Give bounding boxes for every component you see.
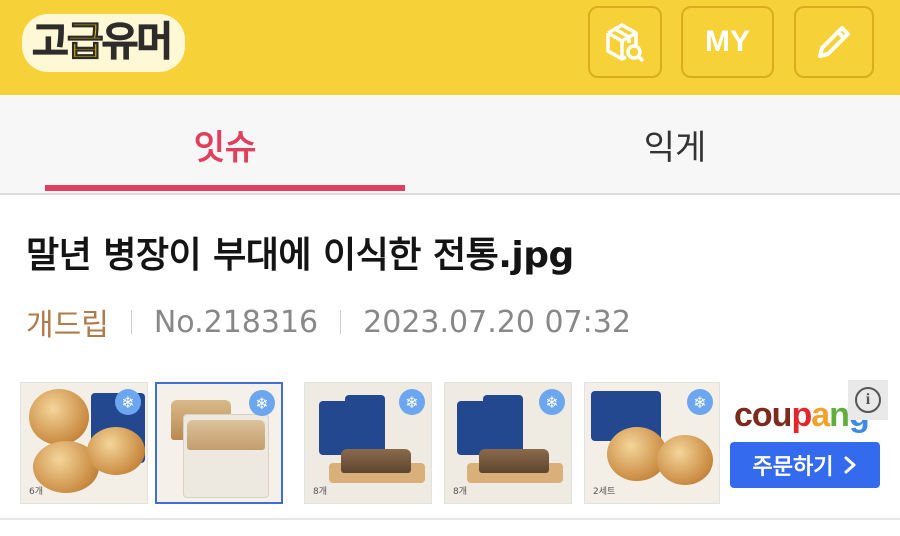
post-datetime: 2023.07.20 07:32: [363, 304, 631, 340]
tab-issue[interactable]: 잇슈: [45, 95, 405, 193]
tab-bar: 잇슈 익게: [0, 95, 900, 195]
frozen-icon: ❄: [115, 389, 141, 415]
logo-text: 고급유머: [22, 14, 186, 72]
divider: [0, 518, 900, 520]
product-count: 8개: [313, 487, 328, 497]
info-icon: i: [855, 387, 881, 413]
pencil-icon: [818, 26, 850, 58]
bagel-image: [657, 435, 713, 485]
post-meta: 개드립 No.218316 2023.07.20 07:32: [26, 300, 631, 344]
post-title: 말년 병장이 부대에 이식한 전통.jpg: [26, 235, 574, 276]
frozen-icon: ❄: [249, 390, 275, 416]
logo-part: n: [829, 396, 850, 434]
product-count: 6개: [29, 487, 44, 497]
package-search-icon: [606, 23, 645, 63]
logo-part: a: [811, 396, 830, 434]
logo-part: p: [791, 396, 812, 434]
bread-loaf-image: [479, 449, 549, 473]
my-label: MY: [705, 25, 750, 58]
product-pack: [345, 395, 385, 453]
meta-divider: [130, 310, 132, 334]
frozen-icon: ❄: [539, 389, 565, 415]
logo-accent: 급: [66, 19, 104, 65]
top-header: 고급유머 MY: [0, 0, 900, 95]
post-number: No.218316: [153, 304, 319, 340]
tab-anonymous-board[interactable]: 익게: [495, 95, 855, 193]
ad-product-thumb[interactable]: ❄ 2세트: [584, 382, 720, 504]
order-button[interactable]: 주문하기: [730, 442, 880, 488]
product-count: 2세트: [593, 487, 616, 497]
ad-product-thumb[interactable]: ❄ 8개: [444, 382, 572, 504]
ad-product-thumb[interactable]: ❄: [155, 382, 283, 504]
post-category[interactable]: 개드립: [26, 300, 109, 344]
ad-product-thumb[interactable]: ❄ 8개: [304, 382, 432, 504]
product-pack: [483, 395, 523, 453]
ad-info-button[interactable]: i: [848, 380, 888, 420]
ad-product-thumb[interactable]: ❄ 6개: [20, 382, 148, 504]
write-button[interactable]: [794, 6, 874, 78]
site-logo[interactable]: 고급유머: [22, 2, 186, 72]
product-count: 8개: [453, 487, 468, 497]
bread-loaf-image: [341, 449, 411, 473]
chevron-right-icon: [844, 456, 856, 474]
my-page-button[interactable]: MY: [681, 6, 774, 78]
package-search-button[interactable]: [588, 6, 662, 78]
meta-divider: [340, 310, 342, 334]
frozen-icon: ❄: [399, 389, 425, 415]
order-button-label: 주문하기: [752, 455, 834, 480]
coupang-ad-banner[interactable]: ❄ 6개 ❄ ❄ 8개 ❄ 8개 ❄ 2세트 coupang i: [12, 378, 892, 508]
bagel-image: [29, 389, 89, 445]
bagel-image: [87, 427, 145, 475]
bread-slices-image: [187, 420, 265, 450]
logo-part: cou: [734, 396, 792, 434]
frozen-icon: ❄: [687, 389, 713, 415]
